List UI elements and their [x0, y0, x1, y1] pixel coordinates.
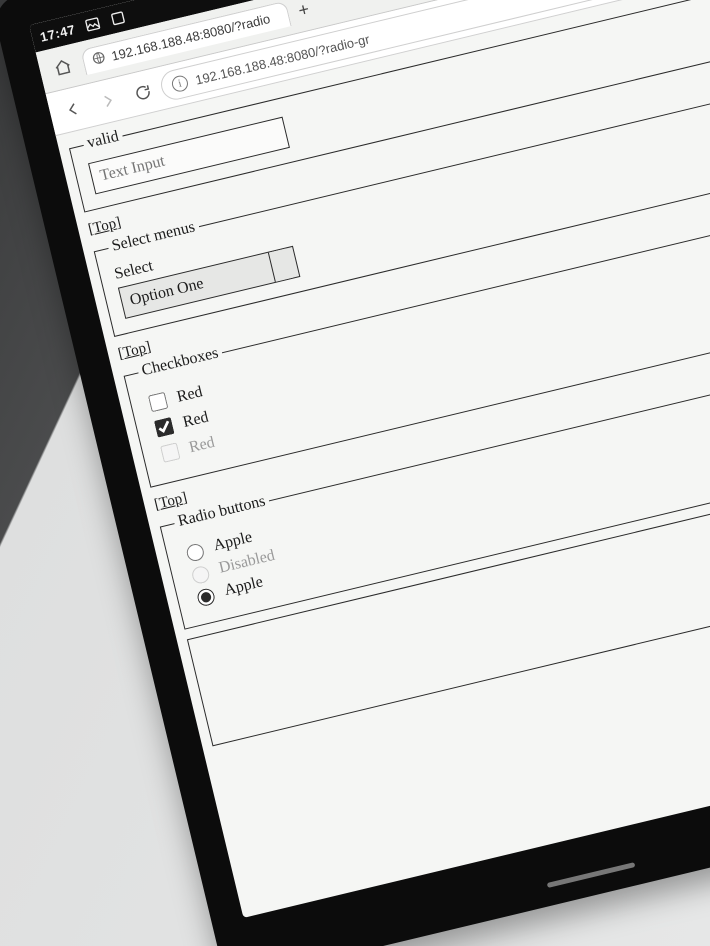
forward-button[interactable]	[87, 80, 128, 121]
status-clock: 17:47	[38, 21, 76, 44]
new-tab-button[interactable]: +	[289, 0, 318, 24]
checkbox-input[interactable]	[154, 417, 174, 437]
home-button[interactable]	[42, 47, 83, 88]
radio-input	[190, 565, 210, 585]
chevron-down-icon	[279, 262, 288, 269]
legend-valid: valid	[81, 127, 124, 154]
radio-input[interactable]	[185, 542, 205, 562]
notification-icon	[108, 9, 127, 28]
checkbox-label: Red	[187, 433, 216, 457]
radio-input[interactable]	[196, 587, 216, 607]
radio-label: Apple	[223, 573, 265, 600]
site-info-icon[interactable]: i	[170, 74, 189, 93]
top-link-label[interactable]: Top	[158, 491, 184, 512]
screen: 17:47	[29, 0, 710, 918]
page-content: valid Top Select menus Select Option One…	[56, 0, 710, 788]
tab-favicon-globe-icon	[90, 49, 108, 69]
top-link-label[interactable]: Top	[92, 216, 118, 237]
back-button[interactable]	[52, 89, 93, 130]
checkbox-input	[160, 442, 180, 462]
image-icon	[83, 15, 102, 34]
checkbox-input[interactable]	[148, 392, 168, 412]
top-link-label[interactable]: Top	[121, 340, 147, 361]
checkbox-label: Red	[175, 383, 204, 407]
checkbox-label: Red	[181, 408, 210, 432]
tablet-device: 17:47	[0, 0, 710, 946]
reload-button[interactable]	[123, 72, 164, 113]
select-value: Option One	[128, 275, 205, 309]
